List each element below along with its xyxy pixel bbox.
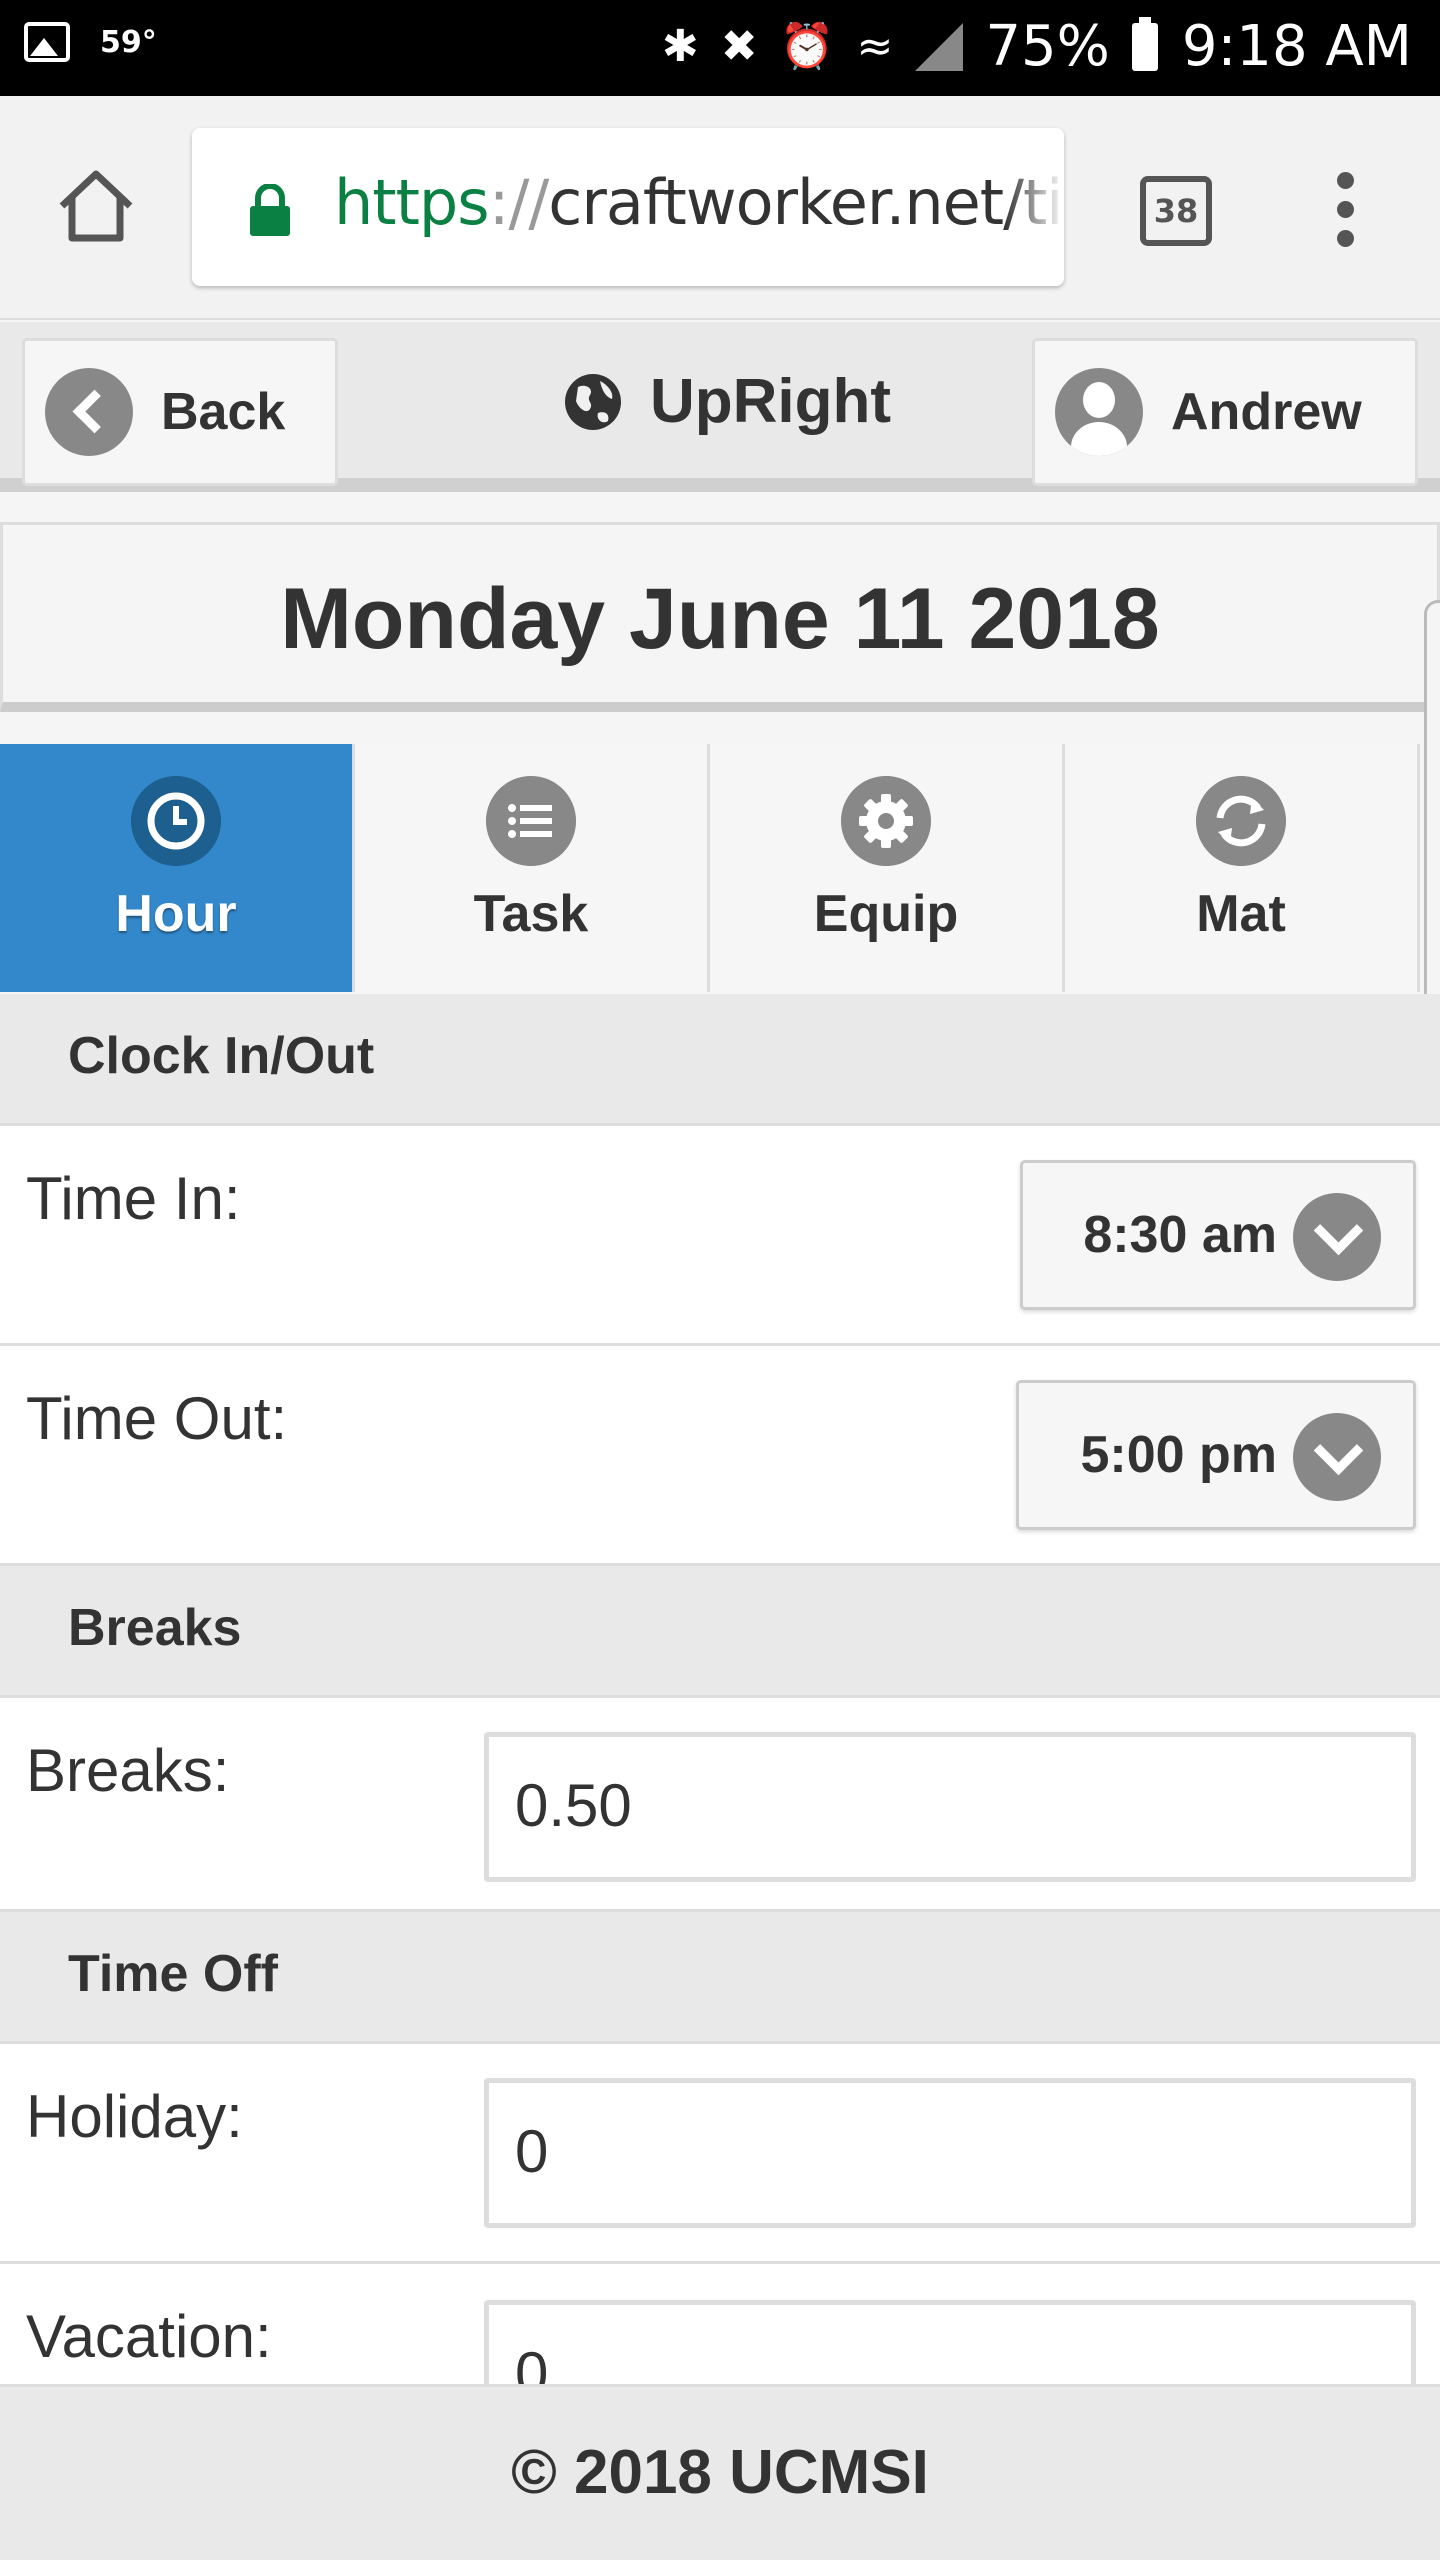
refresh-icon bbox=[1196, 776, 1286, 866]
home-icon[interactable] bbox=[56, 166, 136, 246]
tab-label: Equip bbox=[813, 885, 959, 943]
mute-icon: ✖ bbox=[720, 20, 758, 72]
time-in-label: Time In: bbox=[26, 1165, 241, 1232]
bluetooth-icon: ✱ bbox=[661, 20, 699, 72]
url-separator: :// bbox=[488, 166, 550, 239]
breaks-label: Breaks: bbox=[26, 1737, 230, 1804]
clock-icon bbox=[131, 776, 221, 866]
breaks-row: Breaks: 0.50 bbox=[0, 1698, 1440, 1912]
copyright-text: © 2018 UCMSI bbox=[511, 2438, 929, 2507]
clock-time: 9:18 AM bbox=[1181, 14, 1412, 79]
tab-hour[interactable]: Hour bbox=[0, 744, 355, 992]
date-bar: Monday June 11 2018 bbox=[0, 522, 1440, 712]
nav-tabs: Hour Task Equip Mat bbox=[0, 744, 1420, 992]
chevron-left-icon bbox=[45, 368, 133, 456]
chevron-down-icon bbox=[1293, 1193, 1381, 1281]
time-in-row: Time In: 8:30 am bbox=[0, 1126, 1440, 1346]
address-bar[interactable]: https://craftworker.net/ti bbox=[192, 128, 1064, 286]
holiday-label: Holiday: bbox=[26, 2083, 243, 2150]
temperature-text: 59° bbox=[100, 24, 157, 60]
tab-equip[interactable]: Equip bbox=[710, 744, 1065, 992]
status-bar: 59° ✱ ✖ ⏰ ≈ 75% 9:18 AM bbox=[0, 0, 1440, 96]
alarm-icon: ⏰ bbox=[779, 20, 835, 72]
app-brand: UpRight bbox=[564, 366, 891, 437]
time-out-select[interactable]: 5:00 pm bbox=[1016, 1380, 1416, 1530]
user-name: Andrew bbox=[1171, 383, 1362, 441]
app-header: Back UpRight Andrew bbox=[0, 322, 1440, 492]
section-heading: Time Off bbox=[68, 1945, 278, 2003]
tab-label: Hour bbox=[115, 885, 237, 943]
section-heading: Clock In/Out bbox=[68, 1027, 375, 1085]
page-title: Monday June 11 2018 bbox=[280, 571, 1160, 667]
brand-name: UpRight bbox=[650, 367, 892, 436]
section-clock: Clock In/Out bbox=[0, 994, 1440, 1126]
time-out-row: Time Out: 5:00 pm bbox=[0, 1346, 1440, 1566]
battery-icon bbox=[1131, 16, 1158, 71]
footer: © 2018 UCMSI bbox=[0, 2384, 1440, 2560]
browser-toolbar: https://craftworker.net/ti 38 bbox=[0, 96, 1440, 320]
tab-task[interactable]: Task bbox=[355, 744, 710, 992]
signal-icon bbox=[915, 22, 964, 71]
url-text: https://craftworker.net/ti bbox=[334, 166, 1064, 239]
vacation-label: Vacation: bbox=[26, 2303, 272, 2370]
list-icon bbox=[486, 776, 576, 866]
time-out-value: 5:00 pm bbox=[1080, 1426, 1277, 1484]
back-button[interactable]: Back bbox=[22, 338, 338, 486]
globe-icon bbox=[565, 373, 621, 430]
time-in-select[interactable]: 8:30 am bbox=[1020, 1160, 1416, 1310]
more-menu-icon[interactable] bbox=[1330, 172, 1360, 252]
user-avatar-icon bbox=[1055, 368, 1143, 456]
chevron-down-icon bbox=[1293, 1413, 1381, 1501]
time-out-label: Time Out: bbox=[26, 1385, 288, 1452]
lock-icon bbox=[250, 184, 290, 236]
battery-percent: 75% bbox=[985, 14, 1110, 79]
time-in-value: 8:30 am bbox=[1083, 1206, 1277, 1264]
url-path: craftworker.net/ti bbox=[548, 166, 1063, 239]
section-breaks: Breaks bbox=[0, 1566, 1440, 1698]
holiday-row: Holiday: 0 bbox=[0, 2044, 1440, 2264]
tab-switcher-button[interactable]: 38 bbox=[1140, 176, 1212, 246]
wifi-icon: ≈ bbox=[856, 20, 894, 72]
breaks-input[interactable]: 0.50 bbox=[484, 1732, 1416, 1882]
user-button[interactable]: Andrew bbox=[1032, 338, 1418, 486]
section-time-off: Time Off bbox=[0, 1912, 1440, 2044]
tab-label: Mat bbox=[1196, 885, 1286, 943]
section-heading: Breaks bbox=[68, 1599, 242, 1657]
tab-label: Task bbox=[473, 885, 589, 943]
tab-mat[interactable]: Mat bbox=[1065, 744, 1420, 992]
holiday-input[interactable]: 0 bbox=[484, 2078, 1416, 2228]
gear-icon bbox=[841, 776, 931, 866]
url-scheme: https bbox=[334, 166, 490, 239]
back-label: Back bbox=[161, 383, 286, 441]
image-icon bbox=[24, 22, 70, 62]
